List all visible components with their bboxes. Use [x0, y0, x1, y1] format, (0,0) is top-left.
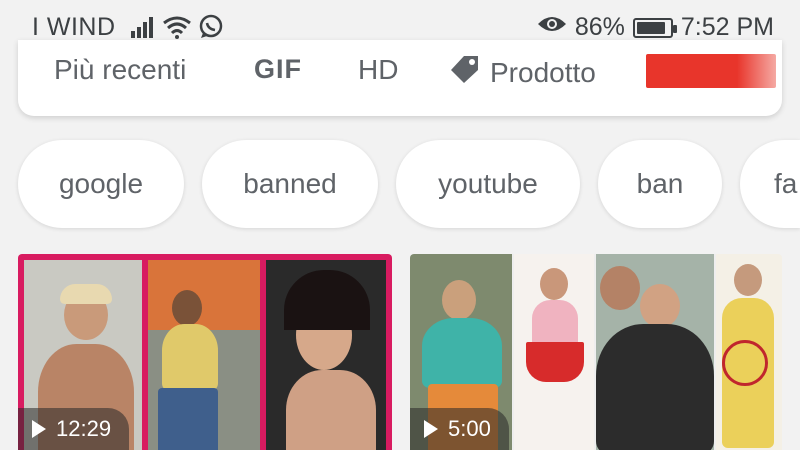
filter-gif[interactable]: GIF — [254, 54, 302, 85]
battery-percent: 86% — [574, 13, 625, 41]
video-thumbnail-1[interactable]: 12:29 — [18, 254, 392, 450]
chip-banned[interactable]: banned — [202, 140, 378, 228]
chip-google[interactable]: google — [18, 140, 184, 228]
thumbnail-panel — [148, 260, 260, 450]
color-filter-swatch[interactable] — [646, 54, 776, 88]
chip-fa[interactable]: fa — [740, 140, 800, 228]
thumbnail-panel — [716, 254, 782, 450]
chip-ban[interactable]: ban — [598, 140, 722, 228]
video-duration: 5:00 — [448, 416, 491, 441]
chip-label: google — [58, 168, 144, 199]
chip-label: fa — [774, 168, 798, 199]
eye-icon — [537, 13, 567, 42]
filter-bar: Più recenti GIF HD Prodotto — [18, 40, 782, 116]
thumbnail-panel — [266, 260, 386, 450]
thumbnail-panel — [596, 254, 714, 450]
filter-product-label: Prodotto — [490, 56, 596, 88]
chip-youtube[interactable]: youtube — [396, 140, 580, 228]
video-duration-badge: 12:29 — [18, 408, 130, 450]
video-duration-badge: 5:00 — [410, 408, 509, 450]
clock: 7:52 PM — [680, 13, 774, 41]
tag-icon — [450, 54, 480, 91]
play-icon — [32, 420, 46, 438]
video-duration: 12:29 — [56, 416, 112, 441]
chip-label: youtube — [438, 168, 538, 199]
battery-icon — [632, 17, 677, 38]
filter-most-recent[interactable]: Più recenti — [54, 54, 186, 86]
chip-label: banned — [243, 168, 337, 199]
carrier-name: I WIND — [32, 13, 116, 41]
highlight-circle — [722, 340, 768, 386]
thumbnail-panel — [514, 254, 594, 450]
filter-product[interactable]: Prodotto — [450, 54, 596, 91]
play-icon — [424, 420, 438, 438]
video-thumbnail-2[interactable]: 5:00 — [410, 254, 782, 450]
filter-hd[interactable]: HD — [358, 54, 398, 86]
chip-label: ban — [636, 168, 684, 199]
